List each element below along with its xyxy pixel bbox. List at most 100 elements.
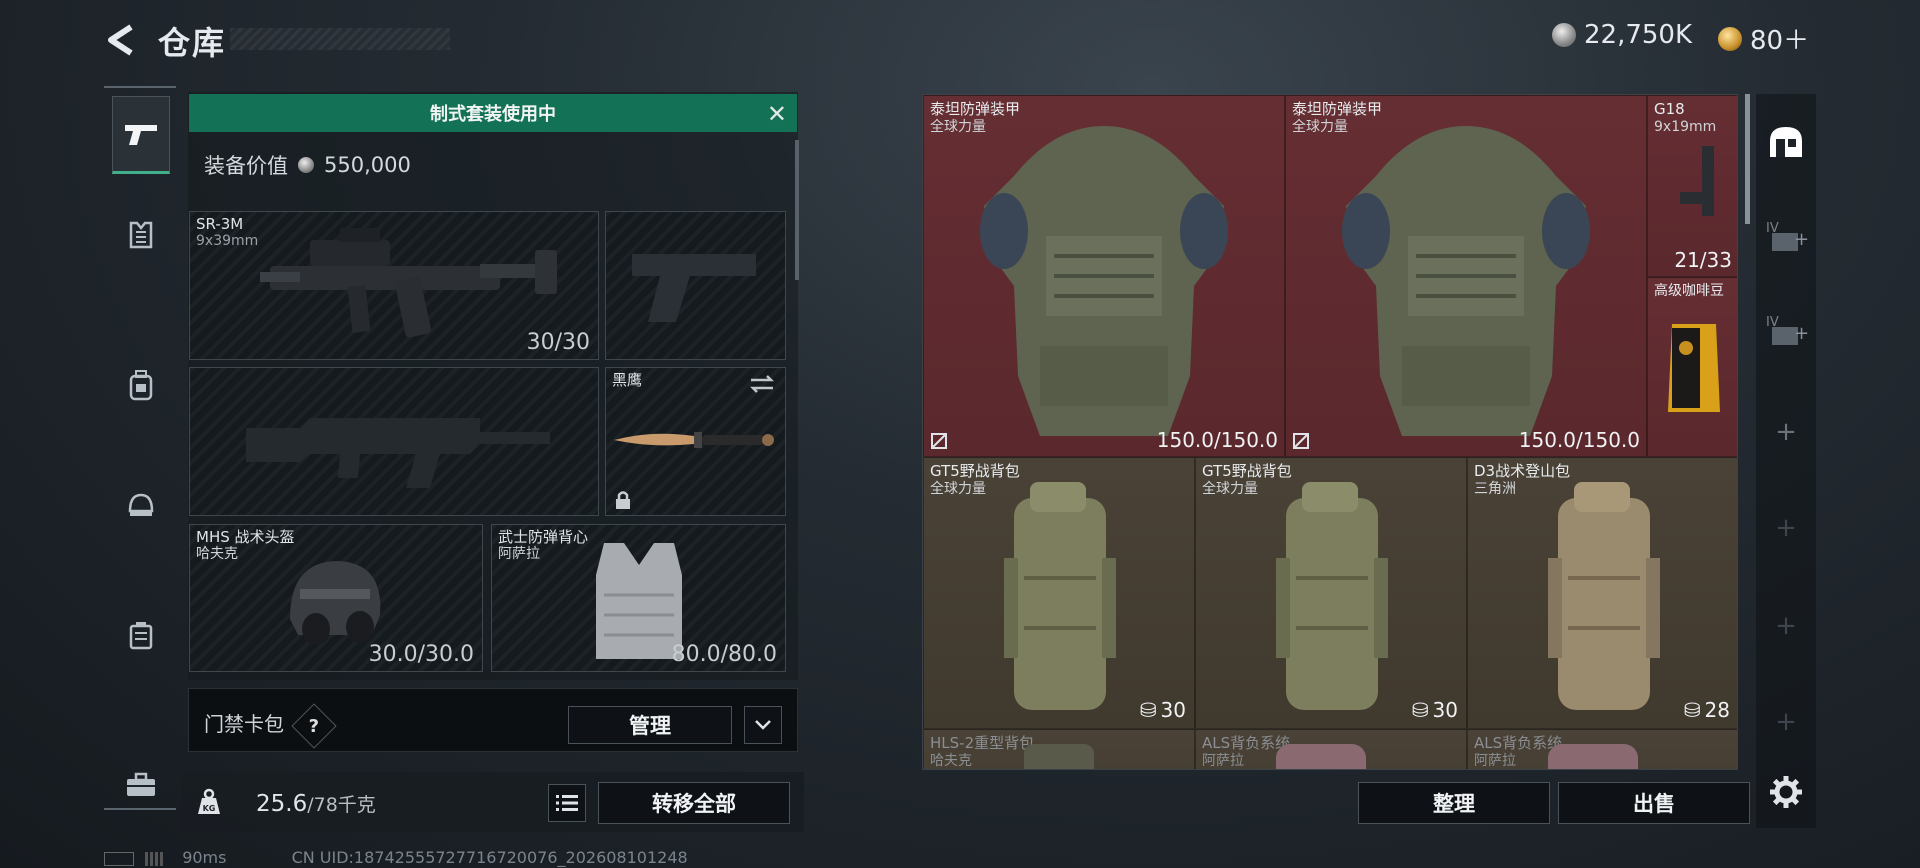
add-page-button[interactable]: + <box>1756 702 1816 742</box>
stash-item[interactable]: HLS-2重型背包 哈夫克 <box>923 729 1195 769</box>
sell-button[interactable]: 出售 <box>1558 782 1750 824</box>
item-faction: 阿萨拉 <box>1474 753 1516 769</box>
manage-button[interactable]: 管理 <box>568 706 732 744</box>
weight-current: 25.6 <box>256 791 308 817</box>
helmet-slot[interactable]: MHS 战术头盔 哈夫克 30.0/30.0 <box>189 524 483 672</box>
plus-icon: + <box>1775 707 1797 737</box>
page-title: 仓库 <box>158 24 227 62</box>
stash-item[interactable]: ALS背负系统 阿萨拉 <box>1195 729 1467 769</box>
equipment-value-label: 装备价值 <box>204 154 288 178</box>
silver-coin-icon <box>298 157 314 173</box>
stash-item[interactable]: 泰坦防弹装甲 全球力量 150.0/150.0 <box>1285 95 1647 457</box>
settings-button[interactable] <box>1756 770 1816 814</box>
silver-coin-icon <box>1552 23 1576 47</box>
rifle-icon <box>260 228 557 338</box>
stash-item[interactable]: GT5野战背包 全球力量 ⛁ 30 <box>923 457 1195 729</box>
rifle-silhouette-icon <box>246 418 550 488</box>
capacity-value: 28 <box>1704 698 1730 722</box>
primary-weapon-slot[interactable]: SR-3M 9x39mm 30/30 <box>189 211 599 360</box>
help-icon: ? <box>308 715 320 737</box>
tab-toolbox[interactable] <box>112 746 170 824</box>
item-name: ALS背负系统 <box>1474 734 1563 752</box>
item-caliber: 9x19mm <box>1654 119 1717 135</box>
plus-icon: + <box>1775 513 1797 543</box>
slot-item-name: SR-3M <box>196 215 244 233</box>
equipment-value-amount: 550,000 <box>324 153 411 177</box>
stash-page-button[interactable]: IV + <box>1756 312 1816 352</box>
expand-button[interactable] <box>744 706 782 744</box>
preset-banner: 制式套装使用中 ✕ <box>189 94 797 132</box>
status-bar: 90ms CN UID:18742555727716720076_2026081… <box>104 848 688 867</box>
sort-button[interactable]: 整理 <box>1358 782 1550 824</box>
pistol-icon <box>125 125 157 145</box>
helmet-icon <box>128 493 154 516</box>
sidearm-slot-empty[interactable] <box>605 211 786 360</box>
gear-icon <box>1770 776 1802 808</box>
stash-item[interactable]: 泰坦防弹装甲 全球力量 150.0/150.0 <box>923 95 1285 457</box>
capacity-icon: ⛁ <box>1139 698 1157 722</box>
svg-text:KG: KG <box>203 804 216 813</box>
stash-item[interactable]: GT5野战背包 全球力量 ⛁ 30 <box>1195 457 1467 729</box>
add-page-button[interactable]: + <box>1756 508 1816 548</box>
weight-icon: KG <box>196 788 222 820</box>
loadout-scrollbar[interactable] <box>795 140 799 280</box>
stash-item[interactable]: D3战术登山包 三角洲 ⛁ 28 <box>1467 457 1737 729</box>
tab-armor[interactable] <box>112 196 170 274</box>
stash-side-column: IV + IV + + + + + <box>1756 94 1816 828</box>
coffee-bag-icon <box>1668 324 1720 412</box>
durability: 80.0/80.0 <box>671 642 777 667</box>
vest-slot[interactable]: 武士防弹背心 阿萨拉 80.0/80.0 <box>491 524 786 672</box>
slot-item-caliber: 9x39mm <box>196 233 259 249</box>
category-rail <box>104 86 176 810</box>
silver-currency[interactable]: 22,750K <box>1552 20 1692 50</box>
stash-item[interactable]: ALS背负系统 阿萨拉 <box>1467 729 1737 769</box>
back-button[interactable] <box>100 18 140 62</box>
add-page-button[interactable]: + <box>1756 412 1816 452</box>
add-page-button[interactable]: + <box>1756 606 1816 646</box>
capacity: ⛁ 28 <box>1684 698 1730 722</box>
item-name: ALS背负系统 <box>1202 734 1291 752</box>
secondary-weapon-slot-empty[interactable] <box>189 367 599 516</box>
tab-helmet[interactable] <box>112 466 170 544</box>
stash-icon <box>1770 127 1802 157</box>
backpack-item-icon <box>1004 482 1116 710</box>
stash-scrollbar[interactable] <box>1745 94 1750 224</box>
equipment-value: 装备价值 550,000 <box>204 150 411 180</box>
transfer-all-button[interactable]: 转移全部 <box>598 782 790 824</box>
swap-icon[interactable] <box>749 374 775 394</box>
stash-item[interactable]: G18 9x19mm 21/33 <box>1647 95 1737 277</box>
locked-page-icon: IV + <box>1766 315 1810 345</box>
plus-icon: + <box>1775 417 1797 447</box>
item-thumbnail <box>1548 744 1638 769</box>
tab-backpack[interactable] <box>112 346 170 424</box>
knife-icon <box>614 432 774 448</box>
stash-item[interactable]: 高级咖啡豆 <box>1647 277 1737 457</box>
slot-item-faction: 阿萨拉 <box>498 546 540 562</box>
stash-page-button[interactable] <box>1756 122 1816 162</box>
backpack-item-icon <box>1548 482 1660 710</box>
item-faction: 哈夫克 <box>930 753 972 769</box>
list-icon <box>556 795 578 811</box>
gold-currency[interactable]: 80＋ <box>1718 20 1809 57</box>
item-name: 高级咖啡豆 <box>1654 283 1724 299</box>
stash-page-button[interactable]: IV + <box>1756 218 1816 258</box>
plus-icon: + <box>1775 611 1797 641</box>
preset-banner-text: 制式套装使用中 <box>430 104 556 125</box>
capacity: ⛁ 30 <box>1140 698 1186 722</box>
durability: 150.0/150.0 <box>1518 428 1640 452</box>
close-icon[interactable]: ✕ <box>767 100 787 128</box>
chevron-down-icon <box>755 720 771 730</box>
melee-slot[interactable]: 黑鹰 <box>605 367 786 516</box>
no-repair-icon <box>1293 433 1309 449</box>
capacity-value: 30 <box>1432 698 1458 722</box>
gold-amount: 80＋ <box>1750 26 1810 56</box>
weight-max: /78千克 <box>307 794 376 816</box>
item-faction: 全球力量 <box>930 481 986 497</box>
item-faction: 阿萨拉 <box>1202 753 1244 769</box>
tab-weapons[interactable] <box>112 96 170 174</box>
ping: 90ms <box>182 848 227 867</box>
item-thumbnail <box>1276 744 1366 769</box>
tab-container[interactable] <box>112 596 170 674</box>
weight-readout: 25.6/78千克 <box>256 790 376 817</box>
list-view-button[interactable] <box>548 784 586 822</box>
